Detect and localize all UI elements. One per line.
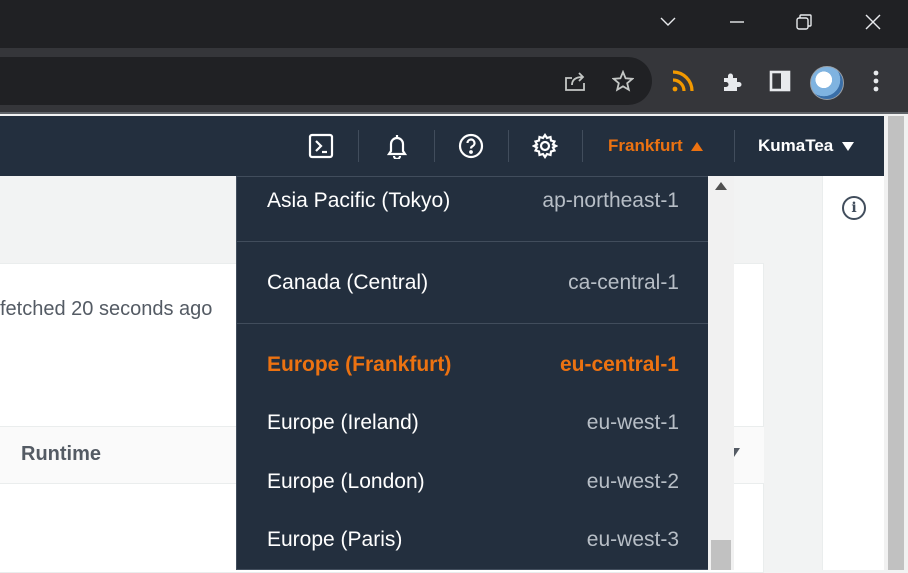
info-icon[interactable]: i xyxy=(842,196,866,220)
dropdown-separator xyxy=(237,241,709,242)
region-option-ca-central-1[interactable]: Canada (Central) ca-central-1 xyxy=(237,271,709,295)
aws-console-nav-bar: Frankfurt KumaTea xyxy=(0,116,884,176)
extensions-icon[interactable] xyxy=(714,63,750,99)
help-side-panel xyxy=(822,176,884,570)
browser-toolbar xyxy=(0,48,908,114)
region-code: eu-west-3 xyxy=(586,528,679,551)
dropdown-scrollbar[interactable] xyxy=(708,176,734,570)
bell-icon[interactable] xyxy=(381,130,413,162)
last-fetched-text: fetched 20 seconds ago xyxy=(0,298,213,320)
region-name: Asia Pacific (Tokyo) xyxy=(267,189,451,212)
page-scrollbar-thumb[interactable] xyxy=(888,116,904,570)
region-option-ap-northeast-1[interactable]: Asia Pacific (Tokyo) ap-northeast-1 xyxy=(237,189,709,213)
region-code: ca-central-1 xyxy=(568,271,679,294)
dropdown-scrollbar-thumb[interactable] xyxy=(711,540,731,570)
profile-avatar[interactable] xyxy=(810,66,844,100)
more-icon[interactable] xyxy=(858,63,894,99)
account-label: KumaTea xyxy=(758,136,834,155)
address-bar[interactable] xyxy=(0,57,652,105)
region-name: Europe (Frankfurt) xyxy=(267,353,452,376)
region-name: Canada (Central) xyxy=(267,271,429,294)
dropdown-separator xyxy=(237,323,709,324)
region-option-eu-central-1[interactable]: Europe (Frankfurt) eu-central-1 xyxy=(237,353,709,377)
region-name: Europe (Ireland) xyxy=(267,411,419,434)
caret-down-icon xyxy=(842,141,855,151)
nav-separator xyxy=(358,130,359,162)
browser-title-bar xyxy=(0,0,908,48)
minimize-icon[interactable] xyxy=(714,0,760,44)
account-menu-button[interactable]: KumaTea xyxy=(750,130,862,162)
region-selector-button[interactable]: Frankfurt xyxy=(600,130,711,162)
region-label: Frankfurt xyxy=(608,136,683,155)
column-header-runtime[interactable]: Runtime xyxy=(21,443,101,466)
region-code: eu-central-1 xyxy=(559,353,679,376)
cloudshell-icon[interactable] xyxy=(305,130,337,162)
nav-separator xyxy=(734,130,735,162)
chevron-down-icon[interactable] xyxy=(645,0,691,44)
toolbar-divider xyxy=(0,112,908,114)
rss-icon[interactable] xyxy=(665,63,701,99)
restore-icon[interactable] xyxy=(781,0,827,44)
region-dropdown: Asia Pacific (Tokyo) ap-northeast-1 Cana… xyxy=(236,176,734,570)
help-icon[interactable] xyxy=(455,130,487,162)
region-name: Europe (Paris) xyxy=(267,528,403,551)
nav-separator xyxy=(508,130,509,162)
close-icon[interactable] xyxy=(850,0,896,44)
settings-icon[interactable] xyxy=(529,130,561,162)
region-code: eu-west-2 xyxy=(586,470,679,493)
region-option-eu-west-3[interactable]: Europe (Paris) eu-west-3 xyxy=(237,528,709,552)
share-icon[interactable] xyxy=(557,63,593,99)
region-code: eu-west-1 xyxy=(586,411,679,434)
caret-up-icon xyxy=(690,141,703,151)
side-panel-icon[interactable] xyxy=(762,63,798,99)
nav-separator xyxy=(434,130,435,162)
region-option-eu-west-1[interactable]: Europe (Ireland) eu-west-1 xyxy=(237,411,709,435)
region-option-eu-west-2[interactable]: Europe (London) eu-west-2 xyxy=(237,470,709,494)
nav-separator xyxy=(582,130,583,162)
region-code: ap-northeast-1 xyxy=(542,189,679,212)
scroll-up-icon[interactable] xyxy=(715,182,727,190)
region-name: Europe (London) xyxy=(267,470,425,493)
star-icon[interactable] xyxy=(605,63,641,99)
